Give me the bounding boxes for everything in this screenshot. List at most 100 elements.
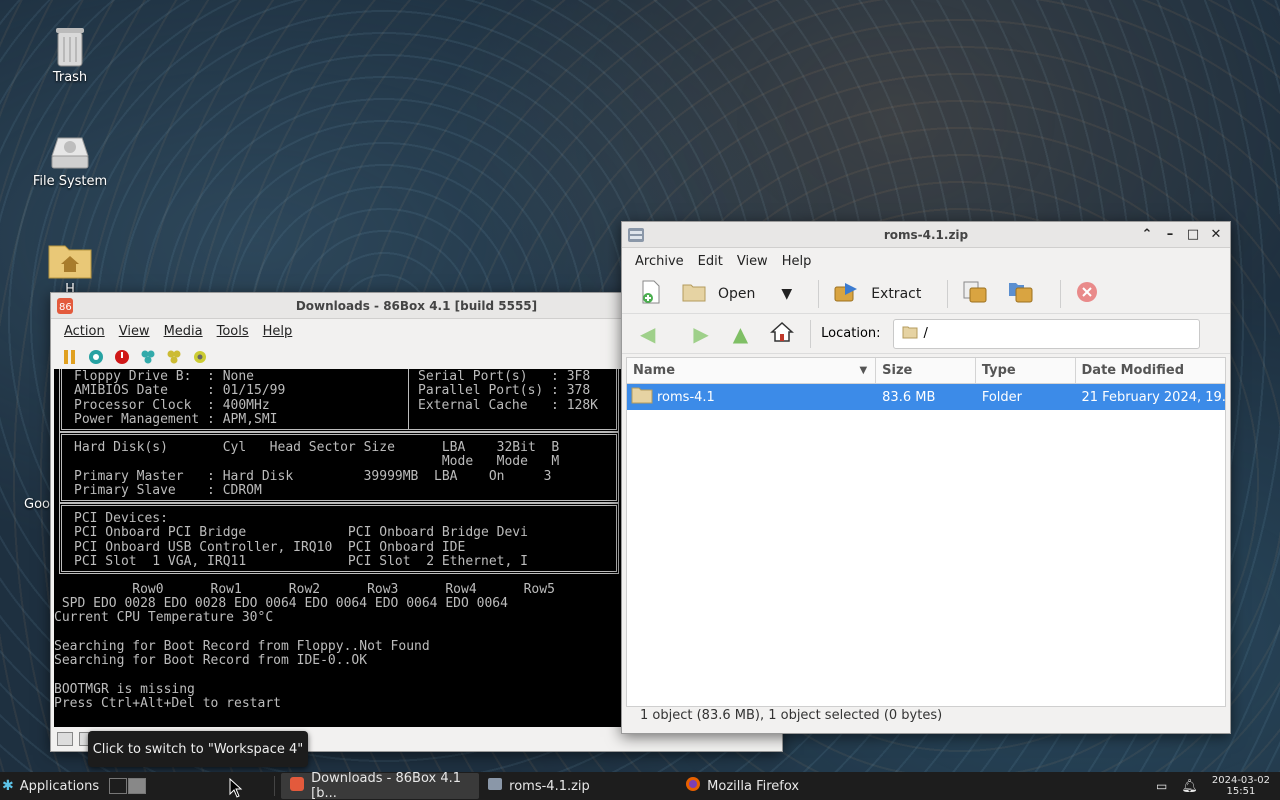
add-files-button[interactable]: [958, 279, 992, 309]
archive-icon: [487, 776, 503, 796]
minimize-icon[interactable]: –: [1159, 224, 1181, 246]
task-86box[interactable]: Downloads - 86Box 4.1 [b...: [281, 771, 480, 800]
toolbar-separator: [1060, 279, 1062, 308]
clock-date: 2024-03-02: [1211, 775, 1270, 786]
maximize-icon[interactable]: □: [1182, 224, 1204, 246]
task-label: Downloads - 86Box 4.1 [b...: [311, 771, 462, 800]
location-value: /: [923, 326, 928, 341]
svg-text:86: 86: [59, 302, 72, 313]
column-type[interactable]: Type: [976, 358, 1076, 383]
file-list-header: Name ▼ Size Type Date Modified: [627, 358, 1225, 384]
menu-action[interactable]: Action: [57, 324, 112, 339]
task-label: Mozilla Firefox: [707, 778, 800, 794]
menu-archive[interactable]: Archive: [628, 254, 691, 269]
bios-box-top: Floppy Drive B: : None AMIBIOS Date : 01…: [59, 369, 619, 432]
back-button[interactable]: ◀: [636, 319, 659, 349]
file-row[interactable]: roms-4.1 83.6 MB Folder 21 February 2024…: [627, 384, 1225, 410]
chevron-down-icon: ▼: [781, 285, 793, 302]
arrow-left-icon: ◀: [640, 321, 656, 346]
xfce-icon: ✱: [2, 778, 14, 794]
open-label: Open: [718, 285, 756, 302]
extract-button[interactable]: Extract: [829, 279, 925, 309]
menu-help[interactable]: Help: [775, 254, 819, 269]
applications-menu-button[interactable]: ✱ Applications: [0, 773, 107, 799]
bios-info-right: Serial Port(s) : 3F8 Parallel Port(s) : …: [418, 369, 599, 413]
desktop-icon-label: Trash: [52, 70, 88, 85]
taskbar: ✱ Applications Downloads - 86Box 4.1 [b.…: [0, 771, 1280, 800]
add-files-icon: [962, 280, 988, 308]
home-folder-icon: [47, 240, 93, 280]
task-label: roms-4.1.zip: [509, 778, 590, 794]
toolbar-separator: [810, 319, 812, 348]
location-field[interactable]: /: [892, 318, 1200, 349]
clock[interactable]: 2024-03-02 15:51: [1212, 775, 1270, 797]
pause-icon[interactable]: [61, 348, 79, 366]
desktop-icon-file-system[interactable]: File System: [25, 134, 115, 189]
home-button[interactable]: [766, 319, 798, 349]
file-modified: 21 February 2024, 19...: [1081, 389, 1226, 405]
mouse-pointer-icon: [229, 777, 243, 800]
menu-view[interactable]: View: [730, 254, 775, 269]
bios-boot-line-2: Searching for Boot Record from IDE-0..OK: [54, 653, 368, 668]
ctrl-alt-esc-icon[interactable]: [165, 348, 183, 366]
bell-icon[interactable]: 🔔︎: [1181, 779, 1198, 794]
arrow-up-icon: ▲: [732, 321, 749, 346]
file-list[interactable]: Name ▼ Size Type Date Modified roms-4.1 8…: [626, 357, 1226, 707]
desktop-icon-trash[interactable]: Trash: [25, 24, 115, 85]
task-firefox[interactable]: Mozilla Firefox: [677, 773, 875, 799]
column-name[interactable]: Name ▼: [627, 358, 877, 383]
battery-icon[interactable]: ▭: [1156, 779, 1167, 793]
extract-icon: [833, 281, 859, 307]
menu-tools[interactable]: Tools: [210, 324, 256, 339]
workspace-switcher[interactable]: [109, 778, 147, 794]
menu-media[interactable]: Media: [157, 324, 210, 339]
folder-icon: [631, 386, 653, 408]
close-icon[interactable]: ✕: [1205, 224, 1227, 246]
bios-info-left: Floppy Drive B: : None AMIBIOS Date : 01…: [74, 369, 286, 427]
workspace-1[interactable]: [109, 778, 128, 794]
archive-manager-window[interactable]: roms-4.1.zip ⌃ – □ ✕ Archive Edit View H…: [621, 221, 1231, 734]
forward-button[interactable]: ▶: [689, 319, 712, 349]
desktop-icon-label: File System: [32, 174, 108, 189]
stop-button[interactable]: [1071, 279, 1103, 309]
86box-icon: 86: [56, 297, 74, 315]
column-date-modified[interactable]: Date Modified: [1076, 358, 1226, 383]
new-archive-button[interactable]: [636, 279, 666, 309]
floppy-status-icon[interactable]: [57, 732, 73, 746]
stop-icon: [1075, 280, 1099, 308]
archive-status: 1 object (83.6 MB), 1 object selected (0…: [640, 708, 943, 723]
bios-cpu-temp: Current CPU Temperature 30°C: [54, 610, 274, 625]
file-name: roms-4.1: [657, 389, 715, 405]
bios-pci: PCI Devices: PCI Onboard PCI Bridge PCI …: [74, 511, 528, 569]
archive-navbar: ◀ ▶ ▲ Location: /: [622, 314, 1230, 354]
chevron-up-icon[interactable]: ⌃: [1136, 224, 1158, 246]
open-button[interactable]: Open: [678, 279, 759, 309]
up-button[interactable]: ▲: [729, 319, 752, 349]
arrow-right-icon: ▶: [693, 321, 709, 346]
folder-icon: [902, 325, 918, 343]
ctrl-alt-del-icon[interactable]: [139, 348, 157, 366]
desktop-icon-home[interactable]: H: [25, 240, 115, 297]
reset-icon[interactable]: [87, 348, 105, 366]
menu-edit[interactable]: Edit: [691, 254, 730, 269]
menu-view[interactable]: View: [112, 324, 157, 339]
open-dropdown-button[interactable]: ▼: [777, 279, 796, 309]
archive-titlebar[interactable]: roms-4.1.zip ⌃ – □ ✕: [622, 222, 1230, 248]
power-icon[interactable]: [113, 348, 131, 366]
taskbar-separator: [274, 776, 276, 796]
86box-icon: [289, 776, 305, 796]
menu-help[interactable]: Help: [256, 324, 300, 339]
workspace-2[interactable]: [128, 778, 147, 794]
column-size[interactable]: Size: [876, 358, 976, 383]
bios-box-disks: Hard Disk(s) Cyl Head Sector Size LBA 32…: [59, 432, 619, 503]
add-folder-button[interactable]: [1004, 279, 1038, 309]
bios-error-line-2: Press Ctrl+Alt+Del to restart: [54, 696, 281, 711]
bios-box-pci: PCI Devices: PCI Onboard PCI Bridge PCI …: [59, 503, 619, 574]
settings-icon[interactable]: [191, 348, 209, 366]
home-icon: [770, 321, 795, 347]
add-folder-icon: [1008, 280, 1034, 308]
vm-screen[interactable]: Floppy Drive B: : None AMIBIOS Date : 01…: [54, 369, 624, 727]
file-type: Folder: [981, 389, 1023, 405]
task-archive[interactable]: roms-4.1.zip: [479, 773, 677, 799]
archive-menubar: Archive Edit View Help: [622, 248, 1230, 274]
